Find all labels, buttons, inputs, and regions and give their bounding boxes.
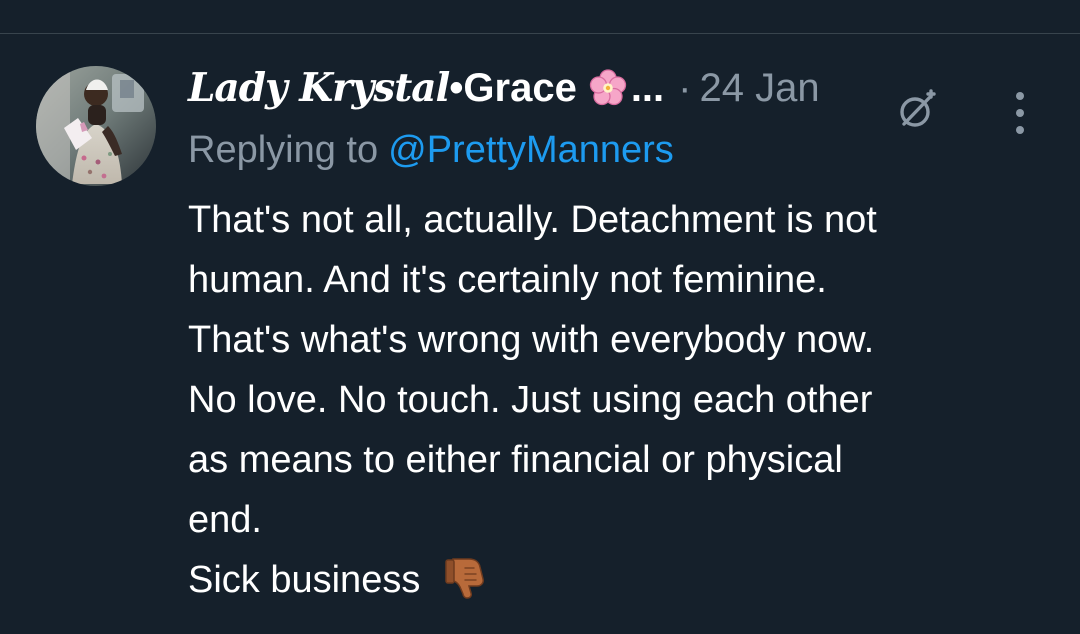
author-display-name[interactable]: Grace bbox=[463, 66, 576, 111]
tweet-line-2: human. And it's certainly not feminine. bbox=[188, 259, 827, 301]
tweet-date[interactable]: 24 Jan bbox=[699, 66, 819, 111]
avatar-image bbox=[36, 66, 156, 186]
reply-handle-link[interactable]: @PrettyManners bbox=[388, 129, 674, 172]
tweet-line-4: No love. No touch. Just using each other bbox=[188, 379, 873, 421]
cherry-blossom-icon bbox=[587, 67, 629, 109]
reply-label: Replying to bbox=[188, 128, 379, 171]
reply-context: Replying to @PrettyManners bbox=[188, 126, 674, 174]
grok-icon[interactable] bbox=[894, 86, 942, 134]
tweet-card[interactable]: Lady Krystal • Grace ... · 24 Jan Replyi… bbox=[0, 34, 1080, 634]
tweet-page: Lady Krystal • Grace ... · 24 Jan Replyi… bbox=[0, 0, 1080, 634]
thumbs-down-icon bbox=[441, 552, 489, 600]
author-script-name[interactable]: Lady Krystal bbox=[188, 65, 450, 111]
tweet-line-1: That's not all, actually. Detachment is … bbox=[188, 199, 877, 241]
author-dot: • bbox=[449, 65, 464, 110]
more-options-icon[interactable] bbox=[1006, 88, 1034, 138]
meta-separator: · bbox=[678, 65, 692, 110]
tweet-text: That's not all, actually. Detachment is … bbox=[188, 190, 1058, 610]
tweet-line-6: end. bbox=[188, 499, 262, 541]
tweet-line-3: That's what's wrong with everybody now. bbox=[188, 319, 875, 361]
name-ellipsis: ... bbox=[630, 65, 665, 110]
tweet-closing-line: Sick business bbox=[188, 550, 1058, 610]
avatar[interactable] bbox=[36, 66, 156, 186]
tweet-line-5: as means to either financial or physical bbox=[188, 439, 843, 481]
closing-text: Sick business bbox=[188, 559, 421, 601]
